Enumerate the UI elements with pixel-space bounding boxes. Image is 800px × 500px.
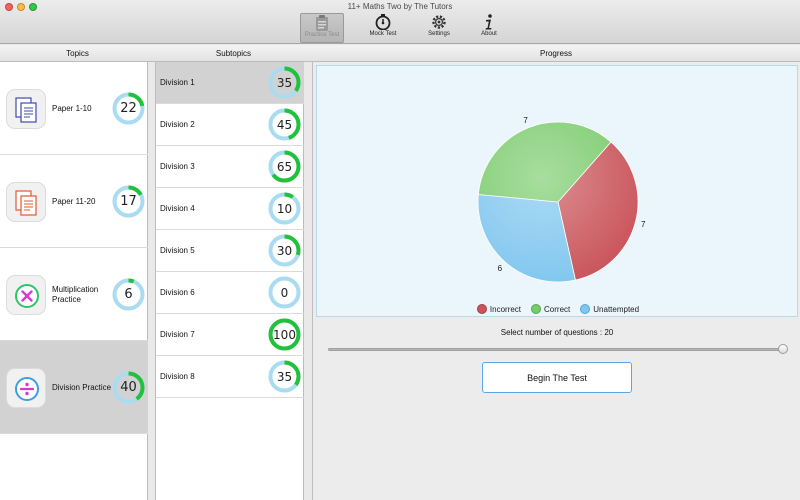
mock-test-button[interactable]: Mock Test (361, 13, 405, 43)
chart-legend: Incorrect Correct Unattempted (317, 304, 799, 314)
topic-item[interactable]: Paper 11-20 17 (0, 155, 148, 248)
progress-ring: 22 (112, 92, 145, 125)
unattempted-swatch-icon (580, 304, 591, 314)
progress-ring: 40 (112, 371, 145, 404)
legend-label: Correct (544, 304, 571, 314)
gear-icon (432, 15, 446, 29)
stopwatch-icon (375, 14, 391, 30)
about-button[interactable]: About (467, 13, 511, 43)
subtopic-item[interactable]: Division 2 45 (156, 104, 304, 146)
progress-ring: 17 (112, 185, 145, 218)
pie-chart-area: 7 6 7 Incorrect Correct Unattempted (316, 65, 798, 317)
progress-ring: 45 (268, 108, 301, 141)
progress-value: 6 (124, 287, 133, 302)
progress-ring: 100 (268, 318, 301, 351)
progress-ring: 0 (268, 276, 301, 309)
progress-ring: 65 (268, 150, 301, 183)
topics-header: Topics (0, 45, 155, 62)
progress-value: 100 (273, 327, 296, 342)
subtopics-header: Subtopics (155, 45, 312, 62)
topic-item[interactable]: Multiplication Practice 6 (0, 248, 148, 341)
about-label: About (481, 31, 497, 37)
progress-value: 0 (280, 285, 289, 300)
topic-item-selected[interactable]: Division Practice 40 (0, 341, 148, 434)
slider-thumb[interactable] (778, 344, 788, 354)
subtopic-label: Division 2 (160, 120, 195, 129)
correct-swatch-icon (531, 304, 542, 314)
window-title: 11+ Maths Two by The Tutors (347, 2, 453, 11)
topic-item[interactable]: Paper 1-10 22 (0, 62, 148, 155)
question-count-label: Select number of questions : 20 (500, 328, 614, 337)
progress-ring: 35 (268, 360, 301, 393)
document-icon (6, 89, 46, 129)
subtopic-label: Division 1 (160, 78, 195, 87)
subtopic-label: Division 8 (160, 372, 195, 381)
settings-button[interactable]: Settings (417, 13, 461, 43)
progress-ring: 10 (268, 192, 301, 225)
progress-value: 22 (120, 101, 137, 116)
pie-label-incorrect: 7 (641, 220, 646, 229)
pie-highlight (478, 122, 638, 282)
subtopic-label: Division 7 (160, 330, 195, 339)
subtopic-label: Division 5 (160, 246, 195, 255)
legend-label: Unattempted (593, 304, 640, 314)
pie-chart: 7 6 7 (477, 116, 646, 283)
subtopic-label: Division 3 (160, 162, 195, 171)
practice-test-label: Practice Test (304, 32, 340, 38)
progress-ring: 6 (112, 278, 145, 311)
progress-value: 17 (120, 194, 137, 209)
subtopic-item[interactable]: Division 7 100 (156, 314, 304, 356)
progress-value: 65 (276, 159, 293, 174)
topic-label: Paper 11-20 (52, 196, 96, 206)
pie-label-unattempted: 6 (498, 264, 503, 273)
topic-label: Paper 1-10 (52, 103, 92, 113)
legend-item-incorrect: Incorrect (476, 304, 522, 314)
multiply-icon (6, 275, 46, 315)
subtopic-item[interactable]: Division 5 30 (156, 230, 304, 272)
info-icon (485, 14, 492, 30)
incorrect-swatch-icon (476, 304, 487, 314)
progress-value: 10 (276, 201, 293, 216)
progress-ring: 30 (268, 234, 301, 267)
topic-label: Multiplication Practice (52, 284, 99, 304)
subtopic-item[interactable]: Division 6 0 (156, 272, 304, 314)
legend-label: Incorrect (489, 304, 522, 314)
begin-test-button[interactable]: Begin The Test (482, 362, 632, 393)
document-orange-icon (6, 182, 46, 222)
question-count-slider[interactable] (328, 348, 782, 351)
progress-panel: 7 6 7 Incorrect Correct Unattempted Select… (312, 62, 800, 500)
clipboard-icon (316, 15, 328, 31)
topic-label: Division Practice (52, 382, 112, 392)
progress-value: 40 (120, 380, 137, 395)
subtopic-item[interactable]: Division 3 65 (156, 146, 304, 188)
subtopics-list: Division 1 35 Division 2 45 Division 3 6… (155, 62, 304, 500)
progress-ring: 35 (268, 66, 301, 99)
progress-value: 30 (276, 243, 293, 258)
title-bar: 11+ Maths Two by The Tutors Practice Tes… (0, 0, 800, 44)
subtopic-item[interactable]: Division 4 10 (156, 188, 304, 230)
progress-value: 45 (276, 117, 293, 132)
subtopic-item-selected[interactable]: Division 1 35 (156, 62, 304, 104)
subtopic-item[interactable]: Division 8 35 (156, 356, 304, 398)
mock-test-label: Mock Test (369, 31, 397, 37)
pie-label-correct: 7 (523, 116, 528, 125)
divide-icon (6, 368, 46, 408)
practice-test-button[interactable]: Practice Test (300, 13, 344, 43)
subtopic-label: Division 4 (160, 204, 195, 213)
subtopic-label: Division 6 (160, 288, 195, 297)
legend-item-unattempted: Unattempted (580, 304, 639, 314)
progress-header: Progress (312, 45, 800, 62)
progress-value: 35 (276, 75, 293, 90)
legend-item-correct: Correct (531, 304, 570, 314)
topics-list: Paper 1-10 22 Paper 11-20 17 Multiplicat… (0, 62, 148, 500)
settings-label: Settings (428, 31, 450, 37)
progress-value: 35 (276, 369, 293, 384)
